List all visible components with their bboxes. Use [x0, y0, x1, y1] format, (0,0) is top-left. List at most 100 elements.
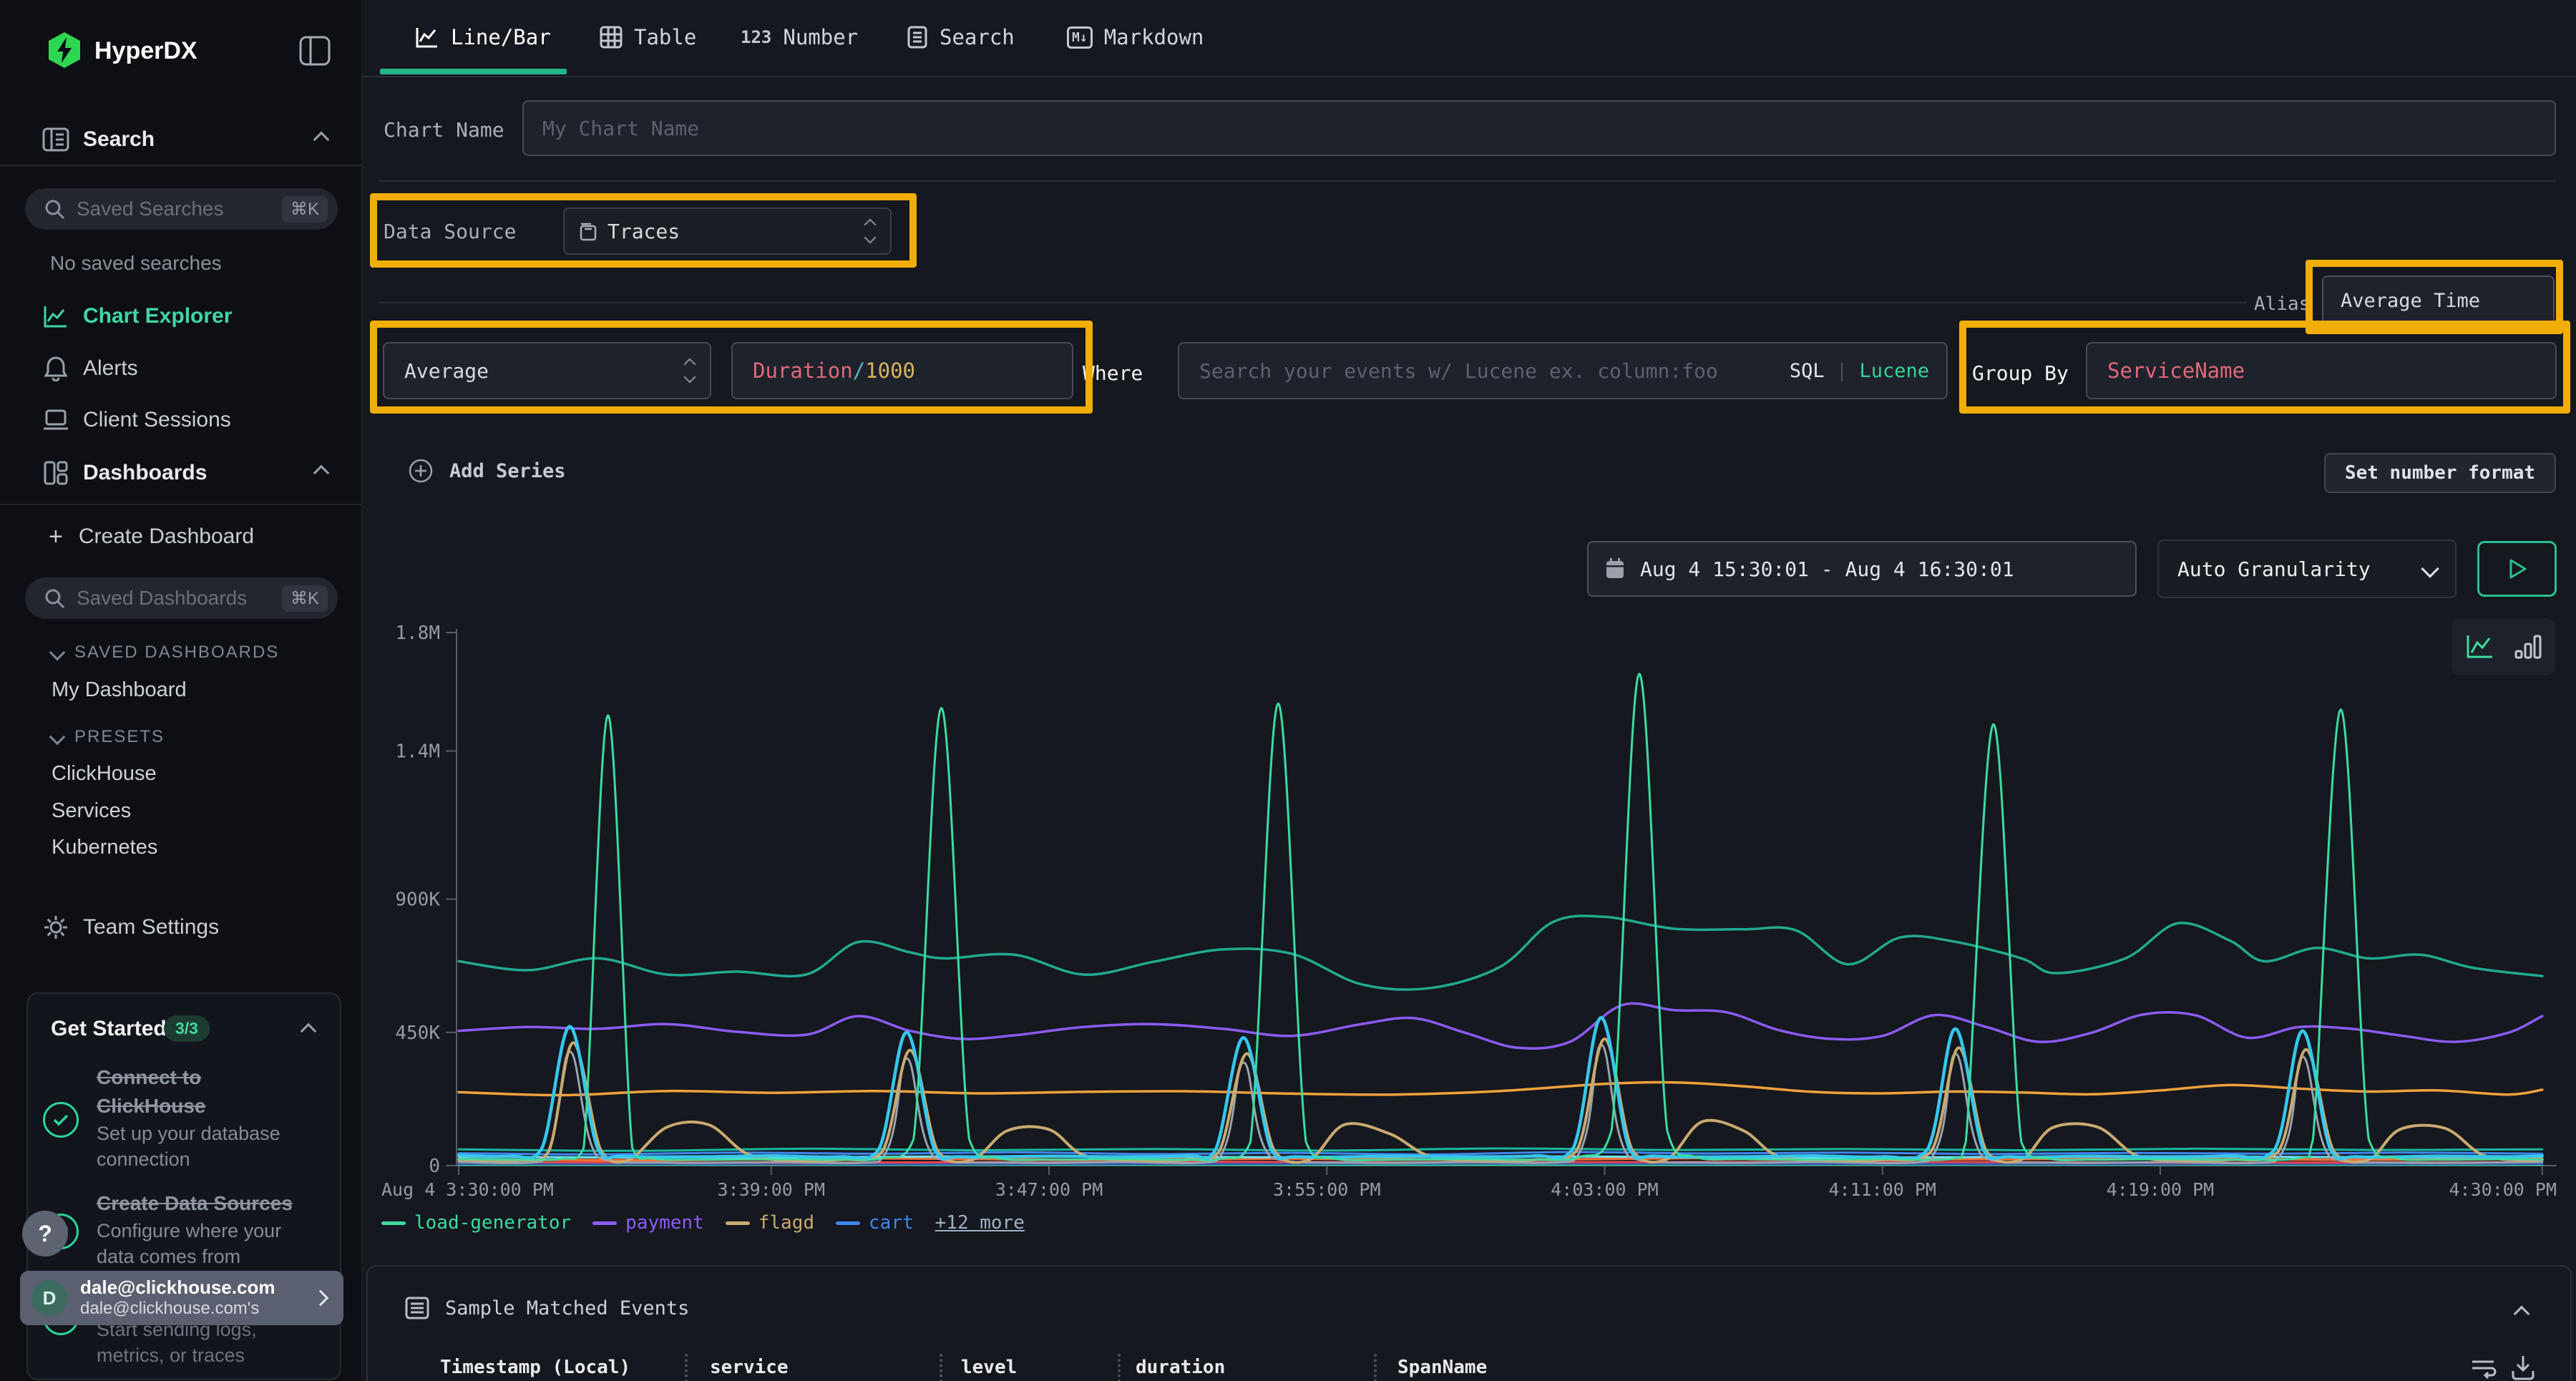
svg-text:Aug 4 3:30:00 PM: Aug 4 3:30:00 PM [381, 1179, 554, 1200]
chart-name-placeholder: My Chart Name [542, 117, 699, 140]
sidebar-item-client-sessions-label: Client Sessions [83, 408, 231, 432]
group-by-input[interactable]: ServiceName [2086, 342, 2557, 399]
tab-table-label: Table [634, 25, 696, 49]
svg-text:4:30:00 PM: 4:30:00 PM [2449, 1179, 2557, 1200]
tab-line-bar[interactable]: Line/Bar [415, 0, 551, 74]
search-section-icon [42, 127, 70, 152]
data-source-select[interactable]: Traces [563, 208, 892, 255]
shortcut-badge: ⌘K [282, 585, 328, 612]
where-input[interactable]: Search your events w/ Lucene ex. column:… [1178, 342, 1948, 399]
chevron-down-icon [49, 729, 66, 746]
sidebar-item-clickhouse[interactable]: ClickHouse [52, 762, 157, 786]
aggregation-select[interactable]: Average [383, 342, 711, 399]
sample-events-title: Sample Matched Events [445, 1297, 689, 1319]
col-timestamp[interactable]: Timestamp (Local) [440, 1357, 630, 1378]
legend-cart[interactable]: cart [836, 1212, 914, 1234]
col-spanname[interactable]: SpanName [1397, 1357, 1487, 1378]
sidebar-item-alerts[interactable]: Alerts [0, 348, 361, 389]
chevron-up-icon [313, 132, 330, 148]
where-placeholder: Search your events w/ Lucene ex. column:… [1199, 359, 1718, 383]
granularity-select[interactable]: Auto Granularity [2157, 540, 2457, 598]
group-by-label: Group By [1972, 361, 2069, 385]
legend-load-generator[interactable]: load-generator [381, 1212, 571, 1234]
add-series-button[interactable]: Add Series [408, 458, 566, 484]
create-dashboard-button[interactable]: + Create Dashboard [0, 517, 361, 557]
select-chevrons-icon [686, 360, 694, 381]
help-button[interactable]: ? [22, 1211, 68, 1256]
column-separator[interactable] [1118, 1354, 1121, 1381]
column-separator[interactable] [685, 1354, 688, 1381]
hyperdx-logo-icon [46, 31, 83, 69]
tab-number-label: Number [783, 25, 858, 49]
col-service[interactable]: service [710, 1357, 789, 1378]
svg-text:450K: 450K [395, 1023, 440, 1044]
help-label: ? [38, 1221, 52, 1247]
sidebar-item-my-dashboard[interactable]: My Dashboard [52, 678, 187, 702]
alias-input[interactable]: Average Time [2322, 275, 2555, 326]
chart-type-tabbar: Line/Bar Table 123 Number Search M↓ Mark… [361, 0, 2576, 77]
chart-name-input[interactable]: My Chart Name [522, 100, 2556, 156]
legend-more-link[interactable]: +12 more [935, 1212, 1025, 1234]
presets-group[interactable]: PRESETS [52, 727, 165, 747]
number-123-icon: 123 [741, 27, 771, 47]
collapse-sidebar-icon[interactable] [299, 36, 331, 66]
column-separator[interactable] [1374, 1354, 1377, 1381]
checklist-item-2[interactable]: Create Data Sources Configure where your… [97, 1189, 293, 1269]
saved-dashboards-placeholder: Saved Dashboards [77, 587, 247, 610]
presets-group-label: PRESETS [74, 727, 165, 747]
sidebar-item-client-sessions[interactable]: Client Sessions [0, 400, 361, 440]
column-separator[interactable] [940, 1354, 942, 1381]
svg-text:1.8M: 1.8M [395, 623, 440, 644]
sql-toggle[interactable]: SQL [1790, 360, 1825, 382]
add-series-label: Add Series [449, 460, 566, 482]
sidebar-item-alerts-label: Alerts [83, 356, 138, 381]
date-range-input[interactable]: Aug 4 15:30:01 - Aug 4 16:30:01 [1587, 541, 2137, 597]
sidebar-section-dashboards-label: Dashboards [83, 461, 207, 485]
expression-operator-token: / [853, 358, 865, 383]
tab-number[interactable]: 123 Number [741, 0, 858, 74]
saved-dashboards-group[interactable]: SAVED DASHBOARDS [52, 643, 279, 663]
sidebar-section-search[interactable]: Search [0, 119, 361, 160]
aggregation-value: Average [404, 359, 489, 383]
granularity-value: Auto Granularity [2177, 557, 2371, 581]
data-source-value: Traces [608, 220, 680, 243]
chevron-up-icon[interactable] [301, 1023, 317, 1040]
set-number-format-button[interactable]: Set number format [2324, 453, 2556, 493]
dashboards-icon [42, 460, 70, 486]
sidebar-item-kubernetes[interactable]: Kubernetes [52, 836, 157, 859]
chevron-down-icon [49, 645, 66, 661]
tab-line-bar-label: Line/Bar [451, 25, 551, 49]
user-menu[interactable]: D dale@clickhouse.com dale@clickhouse.co… [20, 1271, 343, 1325]
timeseries-chart[interactable]: 0450K900K1.4M1.8MAug 4 3:30:00 PM3:39:00… [361, 615, 2576, 1209]
download-icon[interactable] [2510, 1354, 2536, 1381]
saved-searches-input[interactable]: Saved Searches ⌘K [25, 188, 338, 230]
checklist-item-1[interactable]: Connect toClickHouse Set up your databas… [97, 1063, 280, 1172]
col-duration[interactable]: duration [1136, 1357, 1225, 1378]
set-number-format-label: Set number format [2345, 462, 2535, 484]
legend-payment[interactable]: payment [592, 1212, 704, 1234]
run-query-button[interactable] [2477, 541, 2557, 597]
sample-events-header: Sample Matched Events [405, 1297, 689, 1319]
saved-dashboards-input[interactable]: Saved Dashboards ⌘K [25, 577, 338, 619]
col-level[interactable]: level [961, 1357, 1017, 1378]
sidebar-item-team-settings[interactable]: Team Settings [0, 907, 361, 947]
lang-divider: | [1836, 360, 1848, 382]
lucene-toggle[interactable]: Lucene [1859, 360, 1929, 382]
sidebar-item-chart-explorer[interactable]: Chart Explorer [0, 296, 361, 336]
tab-search[interactable]: Search [907, 0, 1015, 74]
sidebar-item-chart-explorer-label: Chart Explorer [83, 304, 232, 328]
wrap-text-icon[interactable] [2470, 1355, 2497, 1380]
expression-input[interactable]: Duration/1000 [731, 342, 1073, 399]
play-icon [2507, 558, 2527, 580]
group-by-value: ServiceName [2107, 358, 2245, 383]
alias-label: Alias [2254, 293, 2310, 315]
gear-icon [42, 914, 70, 940]
tab-table[interactable]: Table [600, 0, 696, 74]
table-icon [600, 26, 623, 49]
sidebar-item-services[interactable]: Services [52, 799, 131, 823]
legend-flagd[interactable]: flagd [726, 1212, 814, 1234]
tab-markdown[interactable]: M↓ Markdown [1067, 0, 1204, 74]
sidebar-section-search-label: Search [83, 127, 155, 152]
sidebar-section-dashboards[interactable]: Dashboards [0, 453, 361, 493]
tab-markdown-label: Markdown [1104, 25, 1204, 49]
